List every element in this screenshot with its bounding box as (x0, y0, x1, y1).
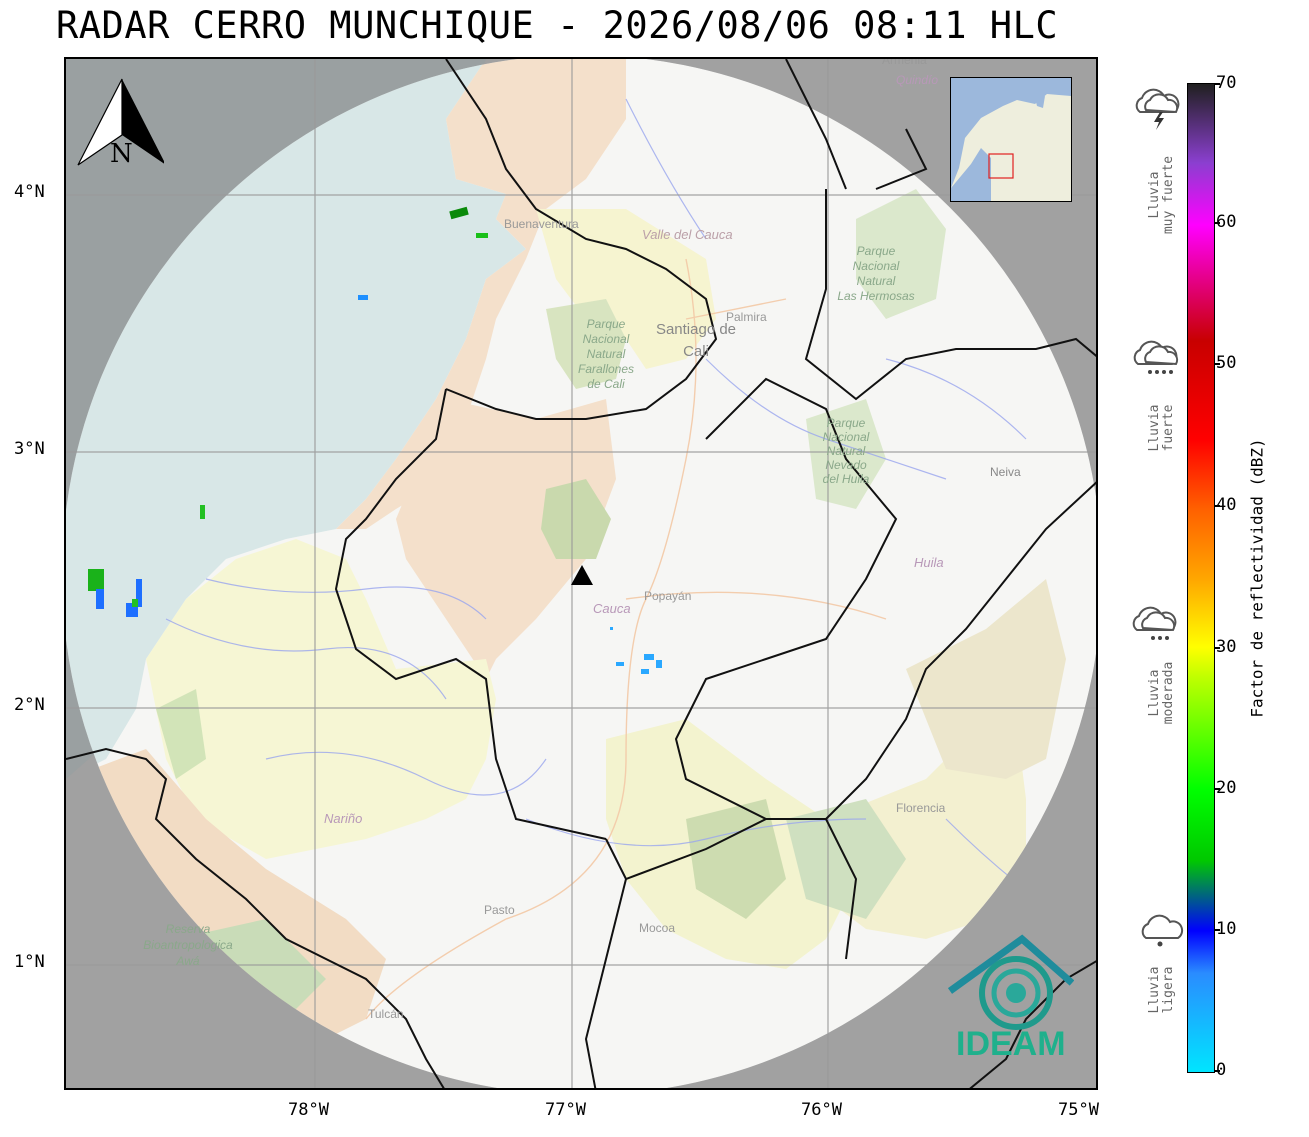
north-letter: N (110, 139, 133, 169)
north-arrow: N (74, 77, 166, 172)
lat-label-4n: 4°N (14, 182, 45, 202)
colorbar-tick-50: 50 (1213, 353, 1237, 373)
rain-label-moderada: Lluvia moderada (1147, 661, 1176, 725)
colorbar-label: Factor de reflectividad (dBZ) (1247, 438, 1267, 718)
label-text: Reserva (165, 922, 211, 936)
label-text: Farallones (577, 362, 635, 376)
label-cauca: Cauca (593, 601, 631, 616)
lon-label-76w: 76°W (801, 1100, 842, 1120)
lon-label-77w: 77°W (545, 1100, 586, 1120)
label-neiva: Neiva (990, 465, 1021, 479)
label-valle-del-cauca: Valle del Cauca (642, 227, 733, 242)
label-text: Nevado (825, 458, 867, 472)
label-text: Natural (856, 274, 896, 288)
colorbar-tick-20: 20 (1213, 778, 1237, 798)
rain-label-text: Lluvia (1147, 404, 1162, 452)
label-text: Nacional (822, 430, 870, 444)
label-text: Nacional (582, 332, 630, 346)
rain-label-text: muy fuerte (1161, 155, 1176, 235)
rain-label-text: ligera (1161, 966, 1176, 1014)
rain-label-text: moderada (1161, 661, 1176, 725)
heavy-rain-icon (1128, 336, 1182, 384)
colorbar-tick-10: 10 (1213, 919, 1237, 939)
thunderstorm-icon (1130, 86, 1182, 134)
lon-label-78w: 78°W (288, 1100, 329, 1120)
page-title: RADAR CERRO MUNCHIQUE - 2026/08/06 08:11… (56, 4, 1059, 47)
rain-label-fuerte: Lluvia fuerte (1147, 404, 1176, 452)
label-nevado-huila: Parque Nacional Natural Nevado del Huila (806, 416, 886, 486)
label-text: Natural (826, 444, 866, 458)
inset-map (950, 77, 1072, 202)
rain-label-ligera: Lluvia ligera (1147, 966, 1176, 1014)
reflectivity-colorbar (1187, 83, 1215, 1073)
label-text: Bioantropologica (143, 938, 233, 952)
rain-label-text: fuerte (1161, 404, 1176, 452)
rain-label-text: Lluvia (1147, 171, 1162, 219)
label-mocoa: Mocoa (639, 921, 676, 935)
label-text: Parque (856, 244, 896, 258)
label-text: Parque (586, 317, 626, 331)
label-florencia: Florencia (896, 801, 946, 815)
label-pasto: Pasto (484, 903, 515, 917)
colorbar-tick-70: 70 (1213, 73, 1237, 93)
ideam-logo: IDEAM (944, 931, 1075, 1071)
label-cali-line2: Cali (683, 343, 709, 360)
colorbar-tick-30: 30 (1213, 637, 1237, 657)
lon-label-75w: 75°W (1058, 1100, 1099, 1120)
colorbar-tick-0: 0 (1213, 1060, 1227, 1080)
label-hermosas: Parque Nacional Natural Las Hermosas (826, 244, 926, 304)
label-huila: Huila (914, 555, 944, 570)
inset-map-canvas (951, 78, 1071, 201)
label-quindio: Quindío (896, 73, 939, 87)
colorbar-tick-40: 40 (1213, 495, 1237, 515)
colorbar-tick-60: 60 (1213, 212, 1237, 232)
label-cali-line1: Santiago de (655, 321, 737, 338)
lat-label-3n: 3°N (14, 439, 45, 459)
lat-label-1n: 1°N (14, 952, 45, 972)
label-popayan: Popayán (644, 589, 692, 603)
label-text: Nacional (852, 259, 900, 273)
lat-label-2n: 2°N (14, 695, 45, 715)
label-tulcan: Tulcán (368, 1007, 404, 1021)
label-reserva-awa: Reserva Bioantropologica Awá (128, 921, 248, 969)
label-text: Parque (826, 416, 866, 430)
label-armenia: Armenia (882, 57, 927, 67)
label-text: Awá (176, 954, 200, 968)
label-text: Las Hermosas (837, 289, 915, 303)
label-text: Natural (586, 347, 626, 361)
rain-label-text: Lluvia (1147, 669, 1162, 717)
radar-map[interactable]: Buenaventura Valle del Cauca Palmira San… (64, 57, 1098, 1090)
moderate-rain-icon (1127, 602, 1181, 650)
rain-label-text: Lluvia (1147, 966, 1162, 1014)
label-buenaventura: Buenaventura (504, 217, 579, 231)
rain-label-muy-fuerte: Lluvia muy fuerte (1147, 155, 1176, 235)
label-farallones: Parque Nacional Natural Farallones de Ca… (566, 317, 646, 392)
light-rain-icon (1138, 908, 1184, 956)
ideam-logo-text: IDEAM (956, 1025, 1066, 1063)
label-text: del Huila (822, 472, 870, 486)
label-narino: Nariño (324, 811, 363, 826)
label-text: de Cali (587, 377, 625, 391)
